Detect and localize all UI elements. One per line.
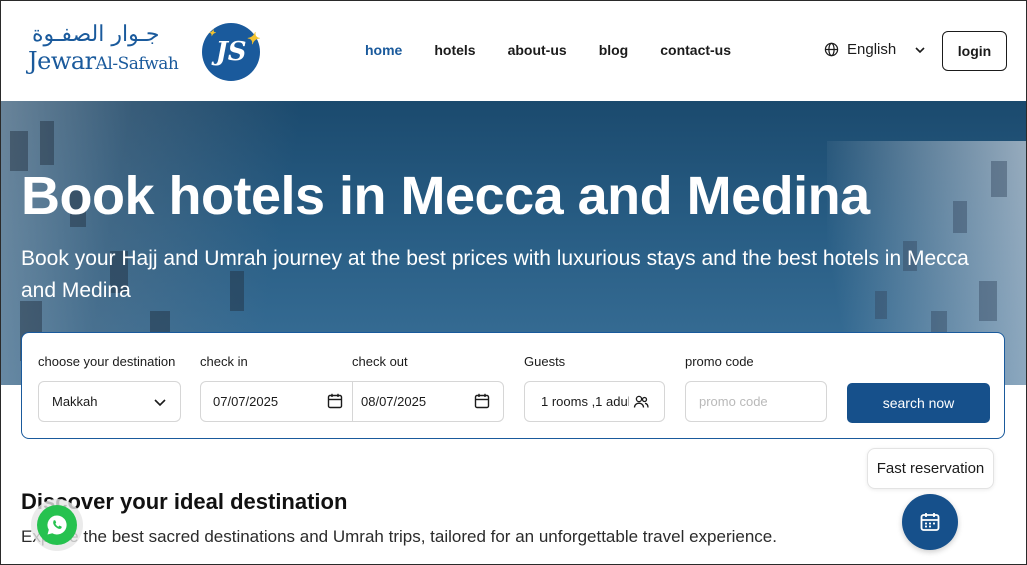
promo-label: promo code bbox=[685, 354, 754, 369]
chevron-down-icon bbox=[915, 46, 925, 53]
brand-badge-text: JS bbox=[215, 37, 247, 67]
checkin-value: 07/07/2025 bbox=[213, 394, 279, 409]
guests-field[interactable]: 1 rooms ,1 adults bbox=[524, 381, 665, 422]
brand-name-english: JewarAl-Safwah bbox=[28, 47, 179, 75]
checkout-value: 08/07/2025 bbox=[361, 394, 427, 409]
promo-code-field[interactable] bbox=[685, 381, 827, 422]
login-button[interactable]: login bbox=[942, 31, 1007, 71]
checkout-field[interactable]: 08/07/2025 bbox=[353, 382, 504, 421]
guests-label: Guests bbox=[524, 354, 566, 369]
promo-code-input[interactable] bbox=[699, 394, 819, 409]
destination-label: choose your destination bbox=[38, 354, 176, 369]
hero-subtitle: Book your Hajj and Umrah journey at the … bbox=[21, 247, 969, 302]
calendar-icon bbox=[327, 393, 343, 409]
whatsapp-button[interactable] bbox=[37, 505, 77, 545]
nav-home[interactable]: home bbox=[365, 42, 402, 58]
language-selector[interactable]: English bbox=[824, 41, 926, 58]
chevron-down-icon bbox=[154, 399, 166, 407]
date-range-picker: 07/07/2025 08/07/2025 bbox=[200, 381, 504, 422]
discover-subtitle: Explore the best sacred destinations and… bbox=[21, 527, 777, 546]
calendar-icon bbox=[474, 393, 490, 409]
destination-select[interactable]: Makkah bbox=[38, 381, 181, 422]
checkin-field[interactable]: 07/07/2025 bbox=[201, 382, 352, 421]
whatsapp-icon bbox=[47, 515, 67, 535]
hero-title: Book hotels in Mecca and Medina bbox=[21, 166, 870, 226]
brand-name-arabic: جـوار الصفـوة bbox=[32, 22, 160, 47]
destination-value: Makkah bbox=[52, 394, 98, 409]
nav-about-us[interactable]: about-us bbox=[508, 42, 567, 58]
checkout-label: check out bbox=[352, 354, 408, 369]
search-now-button[interactable]: search now bbox=[847, 383, 990, 423]
brand-name-suffix: Al-Safwah bbox=[95, 54, 179, 74]
main-nav: home hotels about-us blog contact-us bbox=[365, 42, 731, 58]
hotel-search-form: choose your destination check in check o… bbox=[21, 332, 1005, 439]
fast-reservation-label[interactable]: Fast reservation bbox=[867, 448, 994, 489]
globe-icon bbox=[824, 42, 839, 57]
guests-value: 1 rooms ,1 adults bbox=[541, 394, 629, 409]
nav-blog[interactable]: blog bbox=[599, 42, 629, 58]
calendar-icon bbox=[920, 513, 940, 531]
star-icon: ✦ bbox=[245, 29, 259, 48]
fast-reservation-button[interactable] bbox=[902, 494, 958, 550]
nav-contact-us[interactable]: contact-us bbox=[660, 42, 731, 58]
brand-logo[interactable]: جـوار الصفـوة JewarAl-Safwah JS ✦ ✦ bbox=[26, 20, 266, 82]
brand-badge: JS ✦ ✦ bbox=[202, 23, 260, 81]
small-star-icon: ✦ bbox=[208, 29, 216, 39]
users-icon bbox=[633, 395, 649, 408]
nav-hotels[interactable]: hotels bbox=[434, 42, 475, 58]
brand-name-first: Jewar bbox=[28, 47, 96, 75]
checkin-label: check in bbox=[200, 354, 248, 369]
language-label: English bbox=[847, 41, 897, 58]
site-header: جـوار الصفـوة JewarAl-Safwah JS ✦ ✦ home… bbox=[0, 0, 1027, 101]
